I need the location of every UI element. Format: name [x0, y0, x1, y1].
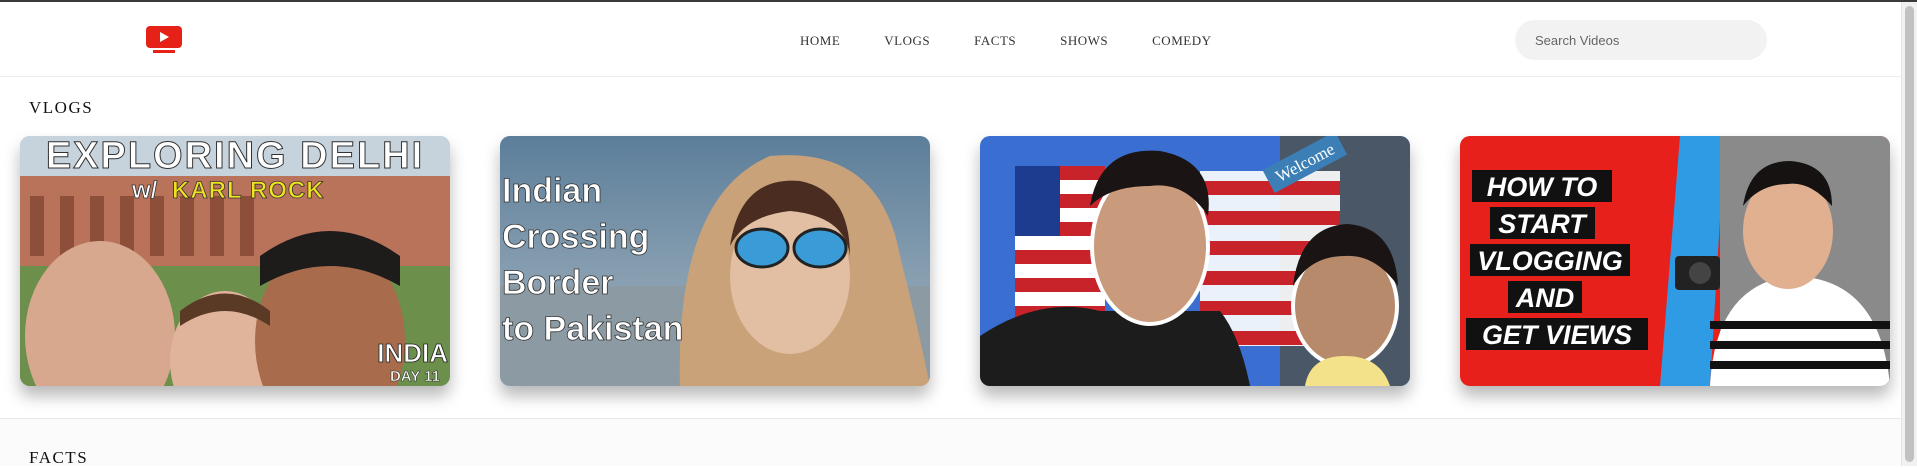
video-thumbnail: EXPLORING DELHI w/ KARL ROCK INDIA DAY 1…: [20, 136, 450, 386]
nav-shows[interactable]: SHOWS: [1060, 33, 1108, 49]
thumb-text: Border: [502, 264, 613, 302]
video-thumbnail: HOW TO START VLOGGING AND GET VIEWS: [1460, 136, 1890, 386]
section-title-vlogs: VLOGS: [29, 98, 94, 117]
page-scrollbar[interactable]: [1901, 2, 1917, 466]
video-card-usa[interactable]: Welcome: [980, 136, 1410, 386]
thumb-text: VLOGGING: [1477, 246, 1623, 276]
nav-vlogs[interactable]: VLOGS: [884, 33, 930, 49]
thumb-text: Indian: [502, 172, 602, 210]
video-thumbnail: Indian Crossing Border to Pakistan: [500, 136, 930, 386]
site-header: HOME VLOGS FACTS SHOWS COMEDY: [0, 2, 1902, 77]
nav-comedy[interactable]: COMEDY: [1152, 33, 1211, 49]
thumb-text: w/: [131, 177, 158, 204]
video-card-crossing-border[interactable]: Indian Crossing Border to Pakistan: [500, 136, 930, 386]
thumb-text: EXPLORING DELHI: [46, 136, 424, 177]
thumb-text: START: [1498, 209, 1588, 239]
search-input[interactable]: [1515, 20, 1767, 60]
facts-section: [0, 419, 1902, 466]
main-nav: HOME VLOGS FACTS SHOWS COMEDY: [800, 33, 1255, 49]
nav-facts[interactable]: FACTS: [974, 33, 1016, 49]
section-title-facts: FACTS: [29, 448, 89, 467]
thumb-text: GET VIEWS: [1482, 320, 1632, 350]
video-card-exploring-delhi[interactable]: EXPLORING DELHI w/ KARL ROCK INDIA DAY 1…: [20, 136, 450, 386]
thumb-text: AND: [1515, 283, 1575, 313]
thumb-text: KARL ROCK: [172, 177, 325, 204]
nav-home[interactable]: HOME: [800, 33, 840, 49]
thumb-badge: INDIA: [377, 338, 448, 368]
video-thumbnail: Welcome: [980, 136, 1410, 386]
thumb-text: HOW TO: [1487, 172, 1598, 202]
youtube-logo-icon[interactable]: [145, 24, 183, 54]
thumb-text: to Pakistan: [502, 310, 683, 348]
scrollbar-thumb[interactable]: [1905, 6, 1914, 462]
thumb-badge: DAY 11: [390, 368, 440, 385]
video-card-how-to-vlog[interactable]: HOW TO START VLOGGING AND GET VIEWS: [1460, 136, 1890, 386]
thumb-text: Crossing: [502, 218, 649, 256]
